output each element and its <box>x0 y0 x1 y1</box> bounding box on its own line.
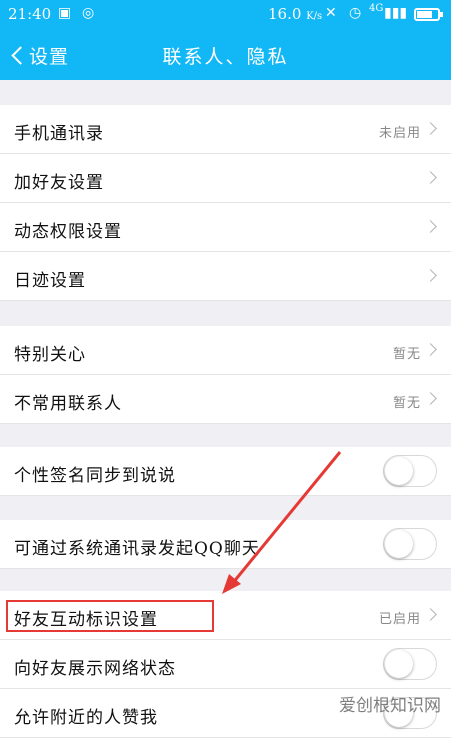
network-status-toggle[interactable] <box>383 648 437 680</box>
row-label: 可通过系统通讯录发起QQ聊天 <box>14 539 260 559</box>
row-label: 不常用联系人 <box>14 394 122 414</box>
row-value: 暂无 <box>392 347 421 362</box>
chevron-right-icon <box>424 608 437 621</box>
row-feed-permission-settings[interactable]: 动态权限设置 <box>0 203 451 252</box>
system-contacts-chat-toggle[interactable] <box>383 528 437 560</box>
row-label: 动态权限设置 <box>14 222 122 242</box>
image-icon: ▣ <box>58 5 72 21</box>
row-label: 允许附近的人赞我 <box>14 708 158 728</box>
row-system-contacts-chat: 可通过系统通讯录发起QQ聊天 <box>0 520 451 569</box>
row-special-care[interactable]: 特别关心 暂无 <box>0 326 451 375</box>
row-show-network-status: 向好友展示网络状态 <box>0 640 451 689</box>
network-speed: 16.0 K/s <box>268 5 323 23</box>
status-time: 21:40 <box>8 5 52 23</box>
signal-icon: ▮▮▮ <box>384 5 408 21</box>
battery-icon <box>414 8 443 21</box>
status-bar: 21:40 ▣ ◎ 16.0 K/s ✕ ◷ 4G ▮▮▮ <box>0 0 451 30</box>
page-title: 联系人、隐私 <box>162 46 289 68</box>
row-label: 个性签名同步到说说 <box>14 466 176 486</box>
chevron-right-icon <box>424 269 437 282</box>
alarm-icon: ◷ <box>349 5 362 21</box>
row-label: 手机通讯录 <box>14 124 104 144</box>
row-phone-contacts[interactable]: 手机通讯录 未启用 <box>0 105 451 154</box>
row-label: 日迹设置 <box>14 271 86 291</box>
chevron-right-icon <box>424 220 437 233</box>
hotspot-icon: ◎ <box>82 5 95 21</box>
chevron-right-icon <box>424 343 437 356</box>
row-value: 暂无 <box>392 396 421 411</box>
row-label: 向好友展示网络状态 <box>14 659 176 679</box>
chevron-right-icon <box>424 392 437 405</box>
signature-sync-toggle[interactable] <box>383 455 437 487</box>
chevron-right-icon <box>424 171 437 184</box>
mute-icon: ✕ <box>325 5 337 21</box>
nav-bar: 设置 联系人、隐私 <box>0 30 451 80</box>
row-daily-trace-settings[interactable]: 日迹设置 <box>0 252 451 301</box>
row-value: 未启用 <box>378 126 421 141</box>
row-label: 好友互动标识设置 <box>14 610 158 630</box>
watermark: 爱创根知识网 <box>339 696 441 716</box>
network-type: 4G <box>369 3 384 14</box>
row-infrequent-contacts[interactable]: 不常用联系人 暂无 <box>0 375 451 424</box>
row-signature-sync: 个性签名同步到说说 <box>0 447 451 496</box>
row-add-friend-settings[interactable]: 加好友设置 <box>0 154 451 203</box>
row-value: 已启用 <box>378 612 421 627</box>
chevron-right-icon <box>424 122 437 135</box>
row-friend-interaction-badge[interactable]: 好友互动标识设置 已启用 <box>0 591 451 640</box>
row-label: 特别关心 <box>14 345 86 365</box>
row-label: 加好友设置 <box>14 173 104 193</box>
